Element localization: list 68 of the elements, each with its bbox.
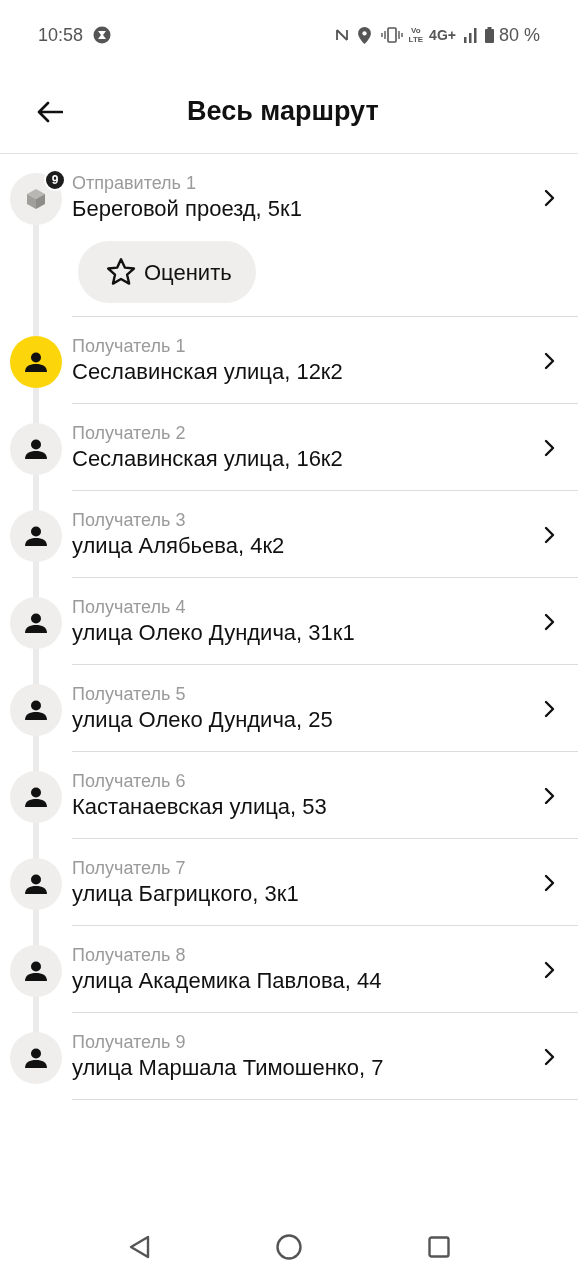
battery-icon — [484, 27, 494, 43]
status-time: 10:58 — [38, 23, 84, 47]
stop-item[interactable]: Получатель 8 улица Академика Павлова, 44 — [72, 926, 578, 1012]
chevron-right-icon — [544, 787, 556, 805]
volte-label: Vo — [411, 26, 421, 35]
stop-address: улица Олеко Дундича, 25 — [72, 706, 334, 734]
person-icon — [25, 961, 47, 981]
stop-item[interactable]: Получатель 3 улица Алябьева, 4к2 — [72, 491, 578, 577]
box-icon — [24, 187, 48, 211]
chevron-right-icon — [544, 1048, 556, 1066]
chevron-right-icon — [544, 961, 556, 979]
person-icon — [25, 700, 47, 720]
stop-address: улица Багрицкого, 3к1 — [72, 880, 300, 908]
shutter-icon — [93, 26, 112, 44]
stop-item[interactable]: Получатель 5 улица Олеко Дундича, 25 — [72, 665, 578, 751]
network-type: 4G+ — [429, 25, 456, 45]
chevron-right-icon — [544, 874, 556, 892]
stop-address: улица Академика Павлова, 44 — [72, 967, 383, 995]
person-icon — [25, 1048, 47, 1068]
nfc-icon — [335, 27, 348, 43]
chevron-right-icon — [544, 613, 556, 631]
person-icon — [25, 526, 47, 546]
stop-label: Получатель 4 — [72, 596, 187, 618]
chevron-right-icon — [544, 189, 556, 207]
chevron-right-icon — [544, 352, 556, 370]
stop-item[interactable]: Получатель 4 улица Олеко Дундича, 31к1 — [72, 578, 578, 664]
stop-address: Кастанаевская улица, 53 — [72, 793, 328, 821]
stop-item[interactable]: Получатель 9 улица Маршала Тимошенко, 7 — [72, 1013, 578, 1099]
chevron-right-icon — [544, 439, 556, 457]
stop-address: улица Олеко Дундича, 31к1 — [72, 619, 356, 647]
person-icon — [25, 787, 47, 807]
stop-label: Получатель 6 — [72, 770, 187, 792]
page-title: Весь маршрут — [187, 95, 379, 129]
stop-label: Получатель 2 — [72, 422, 187, 444]
vibrate-icon — [380, 27, 403, 43]
star-icon — [104, 256, 138, 288]
stop-address: Береговой проезд, 5к1 — [72, 195, 303, 223]
person-icon — [25, 613, 47, 633]
person-icon — [25, 874, 47, 894]
battery-level: 80 % — [498, 23, 540, 47]
stop-label: Получатель 9 — [72, 1031, 187, 1053]
stop-label: Получатель 7 — [72, 857, 187, 879]
stop-label: Получатель 8 — [72, 944, 187, 966]
stop-label: Отправитель 1 — [72, 172, 197, 194]
nav-back-icon[interactable] — [128, 1235, 150, 1259]
stop-item[interactable]: Получатель 2 Сеславинская улица, 16к2 — [72, 404, 578, 490]
stop-address: Сеславинская улица, 12к2 — [72, 358, 344, 386]
stop-label: Получатель 1 — [72, 335, 187, 357]
chevron-right-icon — [544, 526, 556, 544]
stop-item[interactable]: Получатель 1 Сеславинская улица, 12к2 — [72, 317, 578, 403]
stop-label: Получатель 3 — [72, 509, 187, 531]
stop-item[interactable]: Получатель 7 улица Багрицкого, 3к1 — [72, 839, 578, 925]
nav-home-icon[interactable] — [276, 1234, 302, 1260]
stop-label: Получатель 5 — [72, 683, 187, 705]
person-icon — [25, 352, 47, 372]
nav-recents-icon[interactable] — [428, 1236, 450, 1258]
stop-item[interactable]: Отправитель 1 Береговой проезд, 5к1 — [72, 154, 578, 240]
lte-label: LTE — [408, 35, 424, 44]
chevron-right-icon — [544, 700, 556, 718]
count-badge: 9 — [44, 169, 66, 191]
stop-item[interactable]: Получатель 6 Кастанаевская улица, 53 — [72, 752, 578, 838]
stop-address: Сеславинская улица, 16к2 — [72, 445, 344, 473]
back-arrow-icon — [37, 100, 63, 123]
person-icon — [25, 439, 47, 459]
rate-button[interactable]: Оценить — [78, 241, 256, 303]
stop-address: улица Маршала Тимошенко, 7 — [72, 1054, 385, 1082]
stop-address: улица Алябьева, 4к2 — [72, 532, 286, 560]
location-icon — [357, 26, 371, 44]
